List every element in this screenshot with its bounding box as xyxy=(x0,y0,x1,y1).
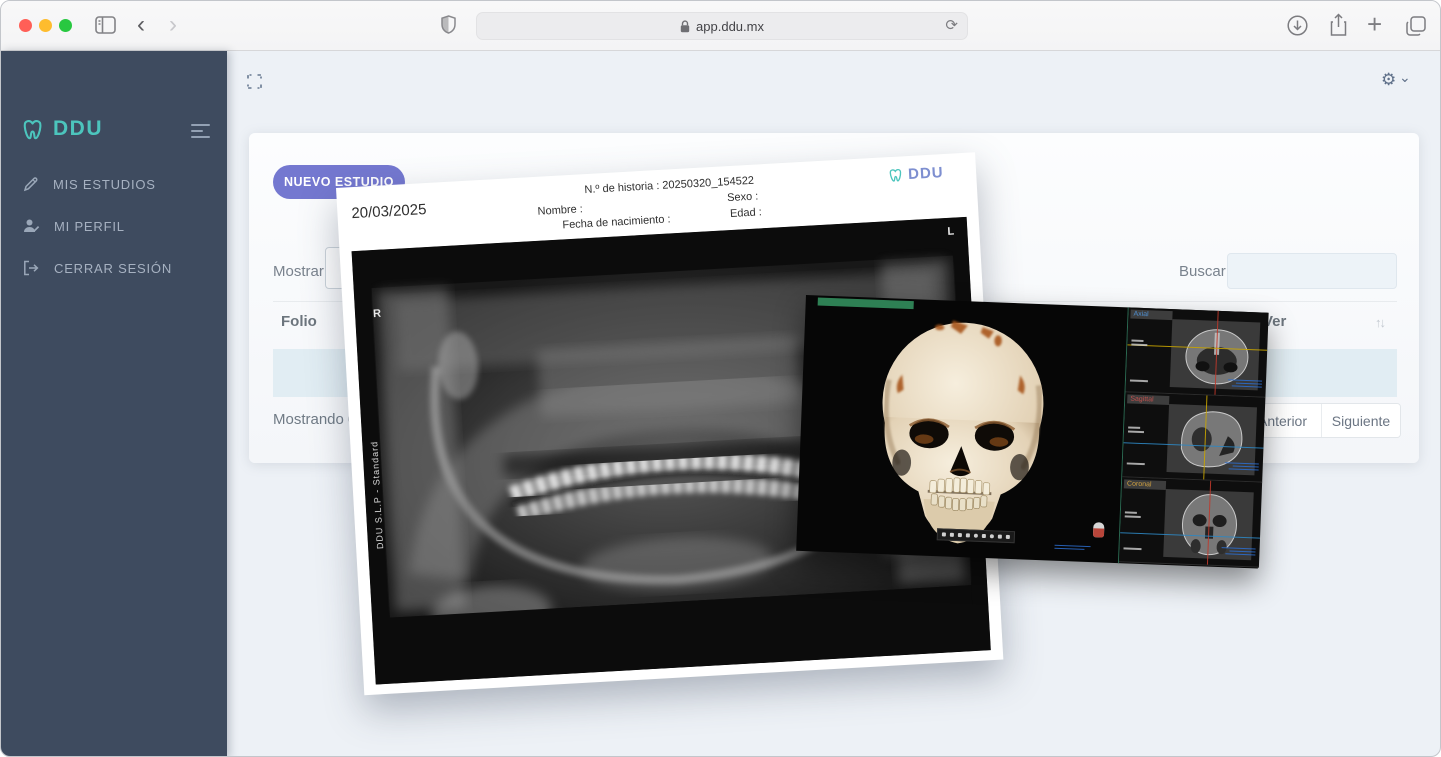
settings-chevron-icon[interactable]: ⌄ xyxy=(1399,69,1411,86)
search-label: Buscar: xyxy=(1179,263,1230,280)
tooth-icon xyxy=(888,167,905,183)
menu-collapse-icon[interactable] xyxy=(191,124,211,138)
axial-slice-panel[interactable]: Axial xyxy=(1125,307,1268,397)
search-input[interactable] xyxy=(1227,253,1397,289)
browser-toolbar: ‹ › app.ddu.mx ⟳ + xyxy=(1,1,1441,51)
share-button[interactable] xyxy=(1329,13,1348,37)
fullscreen-icon[interactable] xyxy=(247,74,262,89)
viewer-title-strip xyxy=(818,297,914,309)
skull-3d-render xyxy=(854,313,1069,553)
new-tab-button[interactable]: + xyxy=(1367,9,1382,40)
settings-gear-icon[interactable]: ⚙ xyxy=(1381,70,1396,90)
report-birthdate-label: Fecha de nacimiento : xyxy=(562,213,671,231)
zoom-window-button[interactable] xyxy=(59,19,72,32)
entries-label: Mostrar xyxy=(273,263,324,280)
address-bar[interactable]: app.ddu.mx ⟳ xyxy=(476,12,968,40)
sagittal-slice-label: Sagittal xyxy=(1130,396,1154,404)
browser-window: ‹ › app.ddu.mx ⟳ + xyxy=(0,0,1441,757)
column-header-folio[interactable]: Folio xyxy=(281,313,317,330)
downloads-button[interactable] xyxy=(1287,15,1308,36)
pagination: Anterior Siguiente xyxy=(1243,403,1401,438)
sidebar-item-cerrar-sesion[interactable]: CERRAR SESIÓN xyxy=(1,248,227,288)
tab-overview-button[interactable] xyxy=(1405,15,1427,37)
sidebar-item-mis-estudios[interactable]: MIS ESTUDIOS xyxy=(1,164,227,204)
lock-icon xyxy=(680,20,690,33)
user-edit-icon xyxy=(23,218,40,234)
privacy-shield-icon[interactable] xyxy=(441,15,456,34)
slice-panel-column: Axial Sagittal xyxy=(1118,307,1268,568)
right-marker: R xyxy=(373,308,382,320)
app-logo[interactable]: DDU xyxy=(21,117,103,141)
left-marker: L xyxy=(947,226,954,238)
reload-button[interactable]: ⟳ xyxy=(945,16,958,34)
report-date: 20/03/2025 xyxy=(351,201,427,222)
report-brand-logo: DDU xyxy=(888,164,944,184)
app-logo-text: DDU xyxy=(53,117,103,141)
forward-button[interactable]: › xyxy=(169,12,177,38)
cbct-3d-viewer-preview: Axial Sagittal xyxy=(796,295,1267,569)
tooth-icon xyxy=(21,118,46,141)
report-age-label: Edad : xyxy=(730,206,762,220)
sidebar-item-mi-perfil[interactable]: MI PERFIL xyxy=(1,206,227,246)
app-sidebar: DDU MIS ESTUDIOS MI PERFIL CE xyxy=(1,51,227,757)
url-text: app.ddu.mx xyxy=(696,19,764,34)
sagittal-slice-panel[interactable]: Sagittal xyxy=(1122,392,1265,482)
sort-icon[interactable]: ↑↓ xyxy=(1375,315,1384,330)
report-sex-label: Sexo : xyxy=(727,190,759,204)
sidebar-item-label: MIS ESTUDIOS xyxy=(53,177,156,192)
sidebar-item-label: MI PERFIL xyxy=(54,219,125,234)
close-window-button[interactable] xyxy=(19,19,32,32)
sidebar-toggle-icon[interactable] xyxy=(95,16,116,34)
report-brand-text: DDU xyxy=(908,164,944,183)
axial-slice-label: Axial xyxy=(1133,311,1148,319)
logout-icon xyxy=(23,260,40,276)
back-button[interactable]: ‹ xyxy=(137,12,145,38)
coronal-slice-panel[interactable]: Coronal xyxy=(1119,477,1262,567)
minimize-window-button[interactable] xyxy=(39,19,52,32)
coronal-slice-label: Coronal xyxy=(1127,480,1152,488)
showing-entries-text: Mostrando 0 xyxy=(273,411,356,428)
sidebar-item-label: CERRAR SESIÓN xyxy=(54,261,172,276)
pencil-icon xyxy=(23,176,39,192)
next-page-button[interactable]: Siguiente xyxy=(1322,404,1400,437)
report-name-label: Nombre : xyxy=(537,203,583,218)
orientation-head-icon xyxy=(1093,522,1105,537)
